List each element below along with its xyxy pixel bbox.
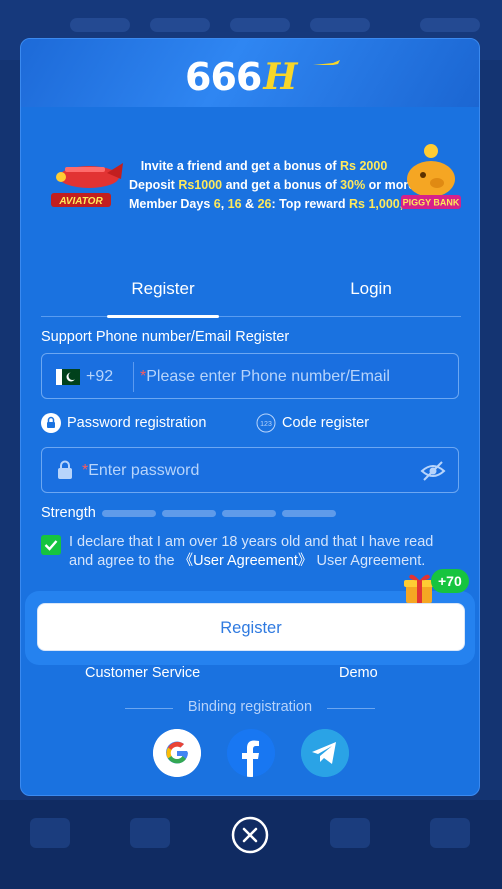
facebook-icon[interactable] [227,729,275,777]
binding-label: Binding registration [187,699,313,715]
logo-letter: H [263,56,298,98]
tab-register[interactable]: Register [85,275,241,318]
agreement-text: I declare that I am over 18 years old an… [41,533,451,571]
pakistan-flag-icon[interactable] [56,369,80,385]
background-tab [230,18,290,32]
promo-text-part: , [220,197,228,211]
promo-highlight: 6 [213,197,221,211]
promo-text-part: and get a bonus of [222,178,341,192]
password-strength: Strength [41,505,342,521]
agreement-checkbox[interactable] [41,535,61,555]
background-nav-item [330,818,370,848]
logo-number: 666 [185,55,262,99]
promo-line-1: Invite a friend and get a bonus of Rs 20… [129,157,399,176]
background-tab [70,18,130,32]
background-tab [310,18,370,32]
lock-circle-icon [41,413,61,433]
promo-line-2: Deposit Rs1000 and get a bonus of 30% or… [129,176,415,195]
code-register-option[interactable]: 123 Code register [256,413,369,433]
strength-bar [281,509,336,517]
binding-registration: Binding registration [125,699,375,715]
code-register-label: Code register [282,415,370,431]
strength-bar [221,509,276,517]
plane-icon [313,60,340,65]
agreement: I declare that I am over 18 years old an… [41,533,451,571]
background-tab [420,18,480,32]
aviator-icon: AVIATOR [51,163,123,207]
password-placeholder[interactable]: *Enter password [82,462,199,480]
promo-text-part: Member Days [129,197,214,211]
registration-mode-row: Password registration 123 Code register [41,413,461,435]
country-code[interactable]: +92 [86,368,113,386]
strength-bars [101,509,342,517]
piggy-bank-icon: PIGGY BANK [401,144,461,209]
promo-banner: AVIATOR Invite a friend and get a bonus … [51,139,461,219]
agreement-text-part: User Agreement. [312,553,426,569]
divider-line [125,708,173,709]
background-nav-item [430,818,470,848]
close-icon[interactable] [231,816,269,854]
auth-tabs: Register Login [41,275,461,318]
register-button[interactable]: Register [37,603,465,651]
promo-highlight: 26 [257,197,272,211]
svg-text:123: 123 [260,421,272,428]
password-field[interactable]: *Enter password [41,447,459,493]
piggy-bank-badge: PIGGY BANK [403,198,460,208]
promo-text-part: Deposit [129,178,179,192]
divider-line [327,708,375,709]
eye-off-icon[interactable] [420,460,446,482]
code-123-icon: 123 [256,413,276,433]
demo-link[interactable]: Demo [339,665,378,681]
promo-text-part: Invite a friend and get a bonus of [140,159,341,173]
strength-bar [101,509,156,517]
promo-line-3: Member Days 6, 16 & 26: Top reward Rs 1,… [129,195,424,214]
strength-label: Strength [41,505,96,521]
brand-logo: 666 H [185,55,340,99]
strength-bar [161,509,216,517]
promo-highlight: 16 [227,197,242,211]
password-registration-label: Password registration [67,415,207,431]
promo-highlight: Rs 2000 [340,159,388,173]
promo-text-part: & [241,197,258,211]
background-nav-item [30,818,70,848]
telegram-icon[interactable] [301,729,349,777]
background-tab [150,18,210,32]
promo-highlight: Rs1000 [178,178,223,192]
lock-icon [58,460,72,479]
promo-highlight: 30% [340,178,366,192]
password-registration-option[interactable]: Password registration [41,413,206,433]
phone-placeholder[interactable]: *Please enter Phone number/Email [140,368,390,386]
google-icon[interactable] [153,729,201,777]
customer-service-link[interactable]: Customer Service [85,665,200,681]
modal-header: 666 H [21,39,479,107]
bonus-badge: +70 [431,569,469,593]
password-placeholder-text: Enter password [88,462,200,479]
promo-text: Invite a friend and get a bonus of Rs 20… [129,157,424,214]
user-agreement-link[interactable]: 《User Agreement》 [179,553,313,569]
phone-email-field[interactable]: +92 *Please enter Phone number/Email [41,353,459,399]
tab-login[interactable]: Login [293,275,449,317]
field-divider [133,362,134,392]
promo-text-part: : Top reward [271,197,350,211]
background-nav-item [130,818,170,848]
register-modal: 666 H AVIATOR Invite a friend and get a … [20,38,480,796]
phone-placeholder-text: Please enter Phone number/Email [146,368,390,385]
aviator-badge: AVIATOR [58,196,103,207]
section-label: Support Phone number/Email Register [41,329,290,345]
